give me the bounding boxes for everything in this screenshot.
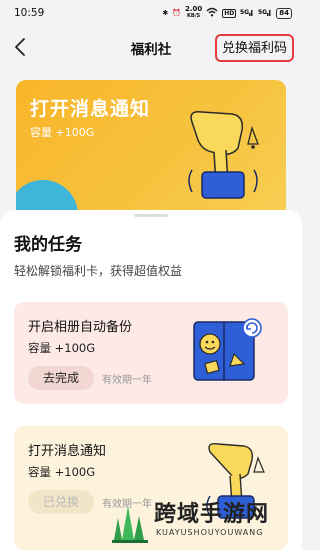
chevron-left-icon — [15, 38, 25, 56]
task-title: 开启相册自动备份 — [28, 320, 133, 335]
net-speed-value: 2.00 — [184, 5, 203, 13]
svg-text:5G: 5G — [240, 9, 249, 16]
pointing-hand-button-illustration — [188, 110, 259, 199]
status-icons: ✱ ⏰ 2.00 KB/S HD 5G 5G 84 — [162, 6, 292, 20]
net-speed-unit: KB/S — [187, 13, 201, 19]
signal-5g-icon: 5G — [258, 7, 272, 19]
banner-title: 打开消息通知 — [30, 98, 151, 120]
banner-subtitle: 容量 +100G — [30, 126, 95, 139]
bluetooth-icon: ✱ — [162, 9, 169, 17]
task-capacity: 容量 +100G — [28, 341, 96, 355]
battery-indicator: 84 — [276, 7, 292, 19]
watermark-text: 跨域手游网 — [154, 502, 270, 527]
alarm-icon: ⏰ — [172, 9, 181, 17]
section-subtitle: 轻松解锁福利卡，获得超值权益 — [14, 264, 183, 278]
task-title: 打开消息通知 — [28, 444, 107, 459]
svg-text:5G: 5G — [258, 9, 267, 16]
task-validity: 有效期一年 — [102, 375, 152, 386]
panel-handle[interactable] — [134, 214, 168, 217]
banner-notification[interactable]: 打开消息通知 容量 +100G — [16, 80, 286, 230]
section-title: 我的任务 — [14, 235, 82, 255]
net-speed: 2.00 KB/S — [185, 6, 202, 20]
watermark-subtext: KUAYUSHOUYOUWANG — [156, 528, 264, 537]
hd-icon: HD — [222, 8, 237, 18]
status-time: 10:59 — [14, 7, 45, 19]
page-title: 福利社 — [130, 42, 172, 58]
photo-album-icon — [193, 318, 262, 381]
task-card-photo-backup: 开启相册自动备份 容量 +100G 去完成 有效期一年 — [14, 302, 288, 404]
go-complete-button[interactable]: 去完成 — [28, 366, 94, 390]
redeemed-button[interactable]: 已兑换 — [28, 490, 94, 514]
signal-5g-icon: 5G — [240, 7, 254, 19]
task-capacity: 容量 +100G — [28, 465, 96, 479]
site-watermark: 跨域手游网 KUAYUSHOUYOUWANG — [110, 496, 302, 550]
nav-bar: 福利社 兑换福利码 — [0, 26, 302, 70]
wifi-icon — [206, 7, 218, 19]
watermark-logo-icon — [112, 506, 148, 543]
redeem-code-button[interactable]: 兑换福利码 — [214, 34, 294, 62]
back-button[interactable] — [14, 37, 34, 59]
status-bar: 10:59 ✱ ⏰ 2.00 KB/S HD 5G 5G 84 — [0, 0, 302, 26]
